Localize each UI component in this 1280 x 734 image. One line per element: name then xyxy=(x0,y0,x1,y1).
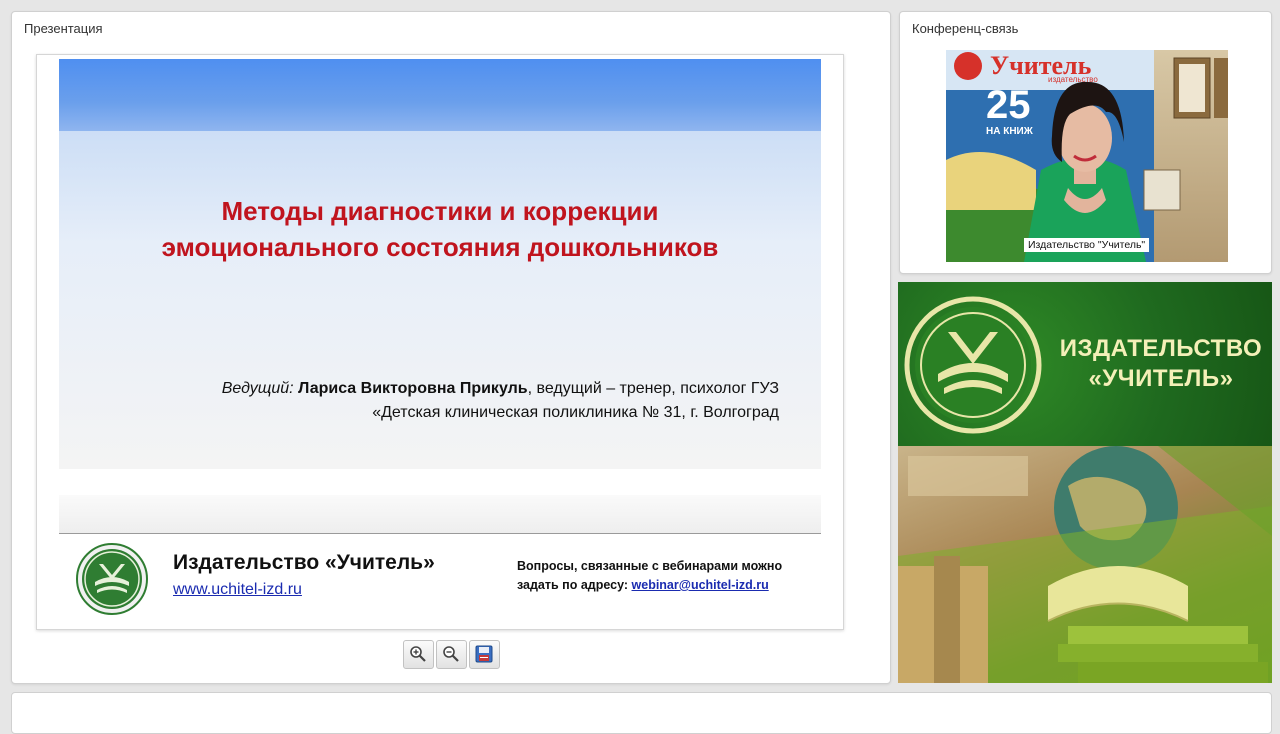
slide-blue-band xyxy=(59,59,821,131)
zoom-in-button[interactable] xyxy=(403,640,434,669)
banner-title: ИЗДАТЕЛЬСТВО «УЧИТЕЛЬ» xyxy=(1056,334,1266,394)
slide-title-line1: Методы диагностики и коррекции xyxy=(221,196,659,226)
contact-email-link[interactable]: webinar@uchitel-izd.ru xyxy=(632,578,769,592)
slide-title: Методы диагностики и коррекции эмоционал… xyxy=(59,193,821,265)
banner-title-line2: «УЧИТЕЛЬ» xyxy=(1088,365,1234,392)
zoom-out-icon xyxy=(443,646,459,662)
backdrop-text-4: НА КНИЖ xyxy=(986,126,1034,137)
presentation-panel-title: Презентация xyxy=(24,21,103,36)
banner-title-line1: ИЗДАТЕЛЬСТВО xyxy=(1059,335,1263,362)
bottom-panel xyxy=(11,692,1272,734)
zoom-out-button[interactable] xyxy=(436,640,467,669)
conference-panel: Конференц-связь Учитель издательство 25 … xyxy=(899,11,1272,274)
floppy-disk-icon xyxy=(475,645,493,663)
presenter-workplace: «Детская клиническая поликлиника № 31, г… xyxy=(372,404,779,421)
slide-header-area: Методы диагностики и коррекции эмоционал… xyxy=(59,59,821,469)
slide-title-line2: эмоционального состояния дошкольников xyxy=(161,232,719,262)
books-globe-image xyxy=(898,446,1272,683)
video-participant-label: Издательство "Учитель" xyxy=(1024,238,1150,252)
slide-footer-band xyxy=(59,495,821,533)
contact-info: Вопросы, связанные с вебинарами можно за… xyxy=(517,557,817,595)
backdrop-text-3: 25 xyxy=(986,83,1031,127)
contact-line2-prefix: задать по адресу: xyxy=(517,578,632,592)
slide-divider xyxy=(59,533,821,534)
contact-line1: Вопросы, связанные с вебинарами можно xyxy=(517,559,783,573)
publisher-logo-icon xyxy=(76,543,148,615)
banner-header: ИЗДАТЕЛЬСТВО «УЧИТЕЛЬ» xyxy=(898,282,1272,446)
publisher-url-link[interactable]: www.uchitel-izd.ru xyxy=(173,581,302,599)
presenter-info: Ведущий: Лариса Викторовна Прикуль, веду… xyxy=(222,377,779,425)
save-button[interactable] xyxy=(469,640,500,669)
video-feed[interactable]: Учитель издательство 25 НА КНИЖ Издатель… xyxy=(946,50,1228,262)
presenter-name: Лариса Викторовна Прикуль xyxy=(298,380,528,397)
publisher-banner: ИЗДАТЕЛЬСТВО «УЧИТЕЛЬ» xyxy=(898,282,1272,683)
presenter-desc: , ведущий – тренер, психолог ГУЗ xyxy=(527,380,779,397)
video-frame: Учитель издательство 25 НА КНИЖ xyxy=(946,50,1228,262)
presenter-role: Ведущий: xyxy=(221,380,294,397)
zoom-in-icon xyxy=(410,646,426,662)
conference-panel-title: Конференц-связь xyxy=(912,21,1019,36)
slide: Методы диагностики и коррекции эмоционал… xyxy=(36,54,844,630)
banner-image xyxy=(898,446,1272,683)
publisher-name: Издательство «Учитель» xyxy=(173,551,435,574)
banner-logo-icon xyxy=(904,296,1042,434)
presentation-panel: Презентация Методы диагностики и коррекц… xyxy=(11,11,891,684)
